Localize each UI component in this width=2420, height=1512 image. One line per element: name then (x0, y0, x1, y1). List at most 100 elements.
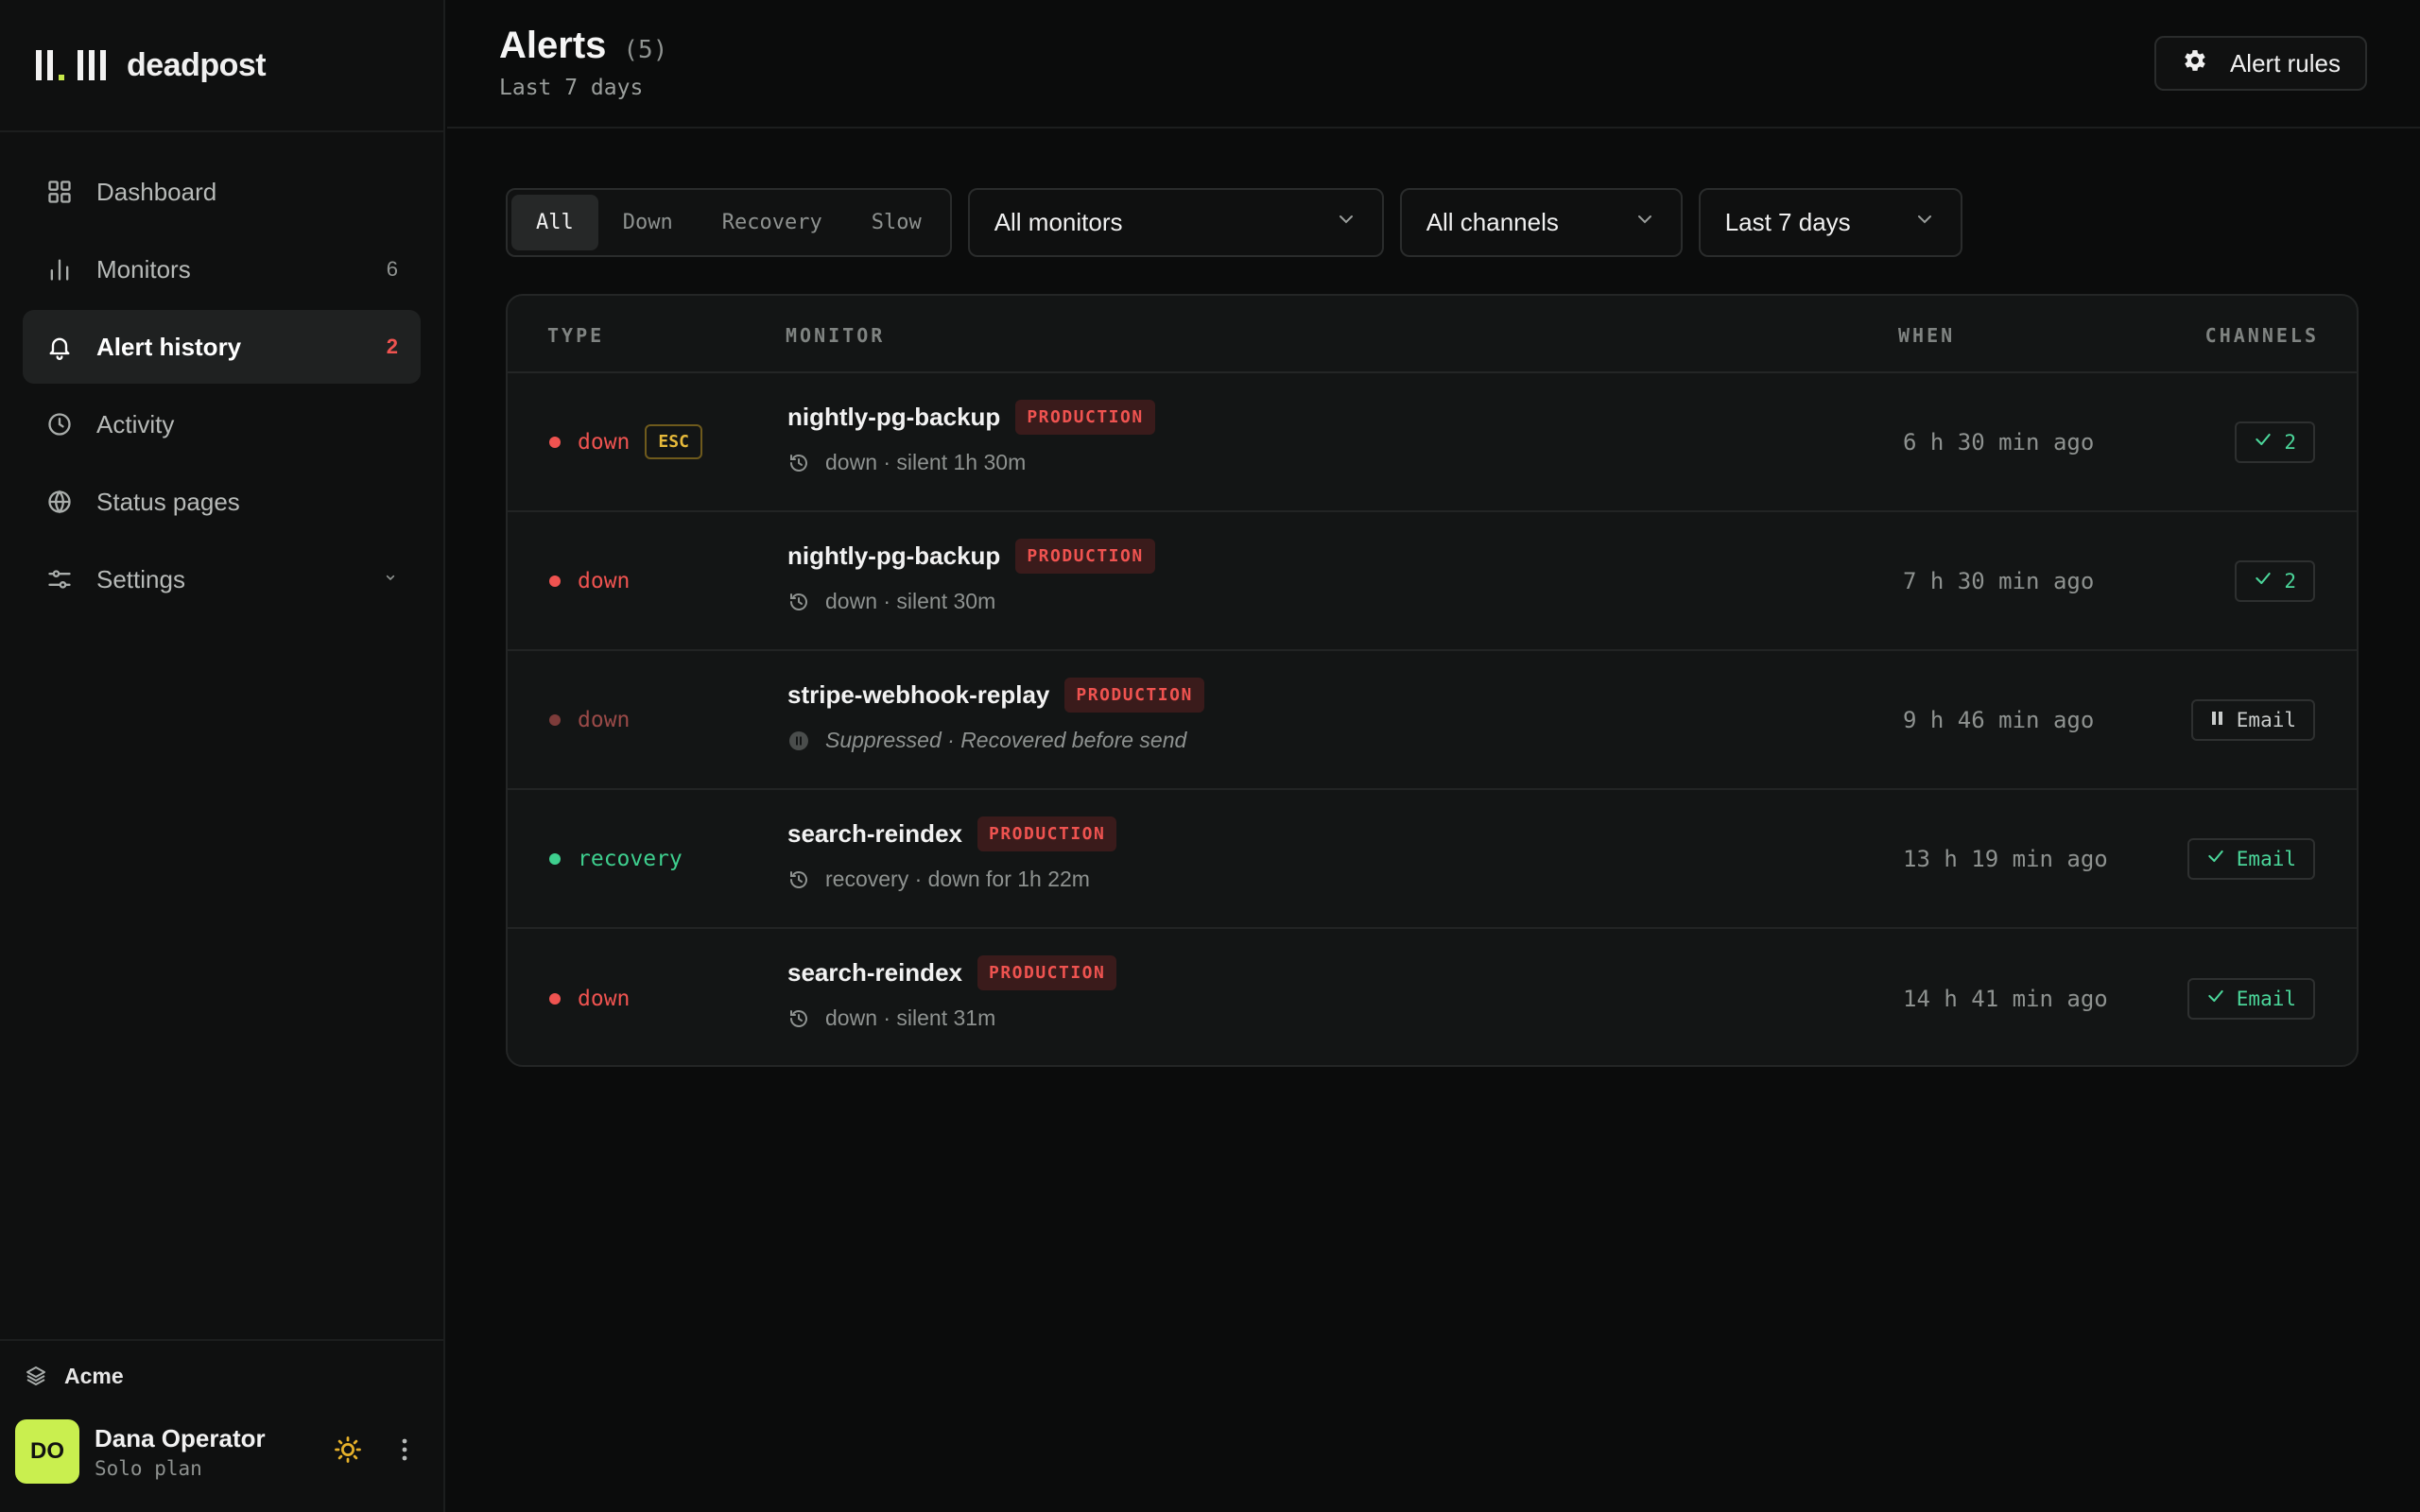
alert-time: 14 h 41 min ago (1903, 985, 2108, 1012)
table-row[interactable]: down stripe-webhook-replay PRODUCTION Su… (508, 651, 2357, 790)
channel-badge[interactable]: 2 (2235, 421, 2315, 463)
table-row[interactable]: down ESC nightly-pg-backup PRODUCTION do… (508, 373, 2357, 512)
chevron-down-icon (383, 570, 398, 590)
range-select[interactable]: Last 7 days (1698, 188, 1962, 257)
monitor-cell: nightly-pg-backup PRODUCTION down · sile… (787, 400, 1155, 475)
channel-label: Email (2236, 847, 2296, 870)
globe-icon (45, 488, 74, 516)
bell-icon (45, 333, 74, 361)
nav-item-status-pages[interactable]: Status pages (23, 465, 421, 539)
status-dot (549, 713, 561, 726)
org-switcher[interactable]: Acme (0, 1341, 443, 1411)
nav-item-alert-history[interactable]: Alert history 2 (23, 310, 421, 384)
nav-label: Status pages (96, 487, 240, 516)
type-label: down (578, 568, 631, 593)
clock-icon (45, 410, 74, 438)
table-header: TYPE MONITOR WHEN CHANNELS (508, 296, 2357, 373)
alert-time: 6 h 30 min ago (1903, 428, 2095, 455)
page-header: Alerts (5) Last 7 days Alert rules (447, 0, 2420, 129)
table-row[interactable]: down nightly-pg-backup PRODUCTION down ·… (508, 512, 2357, 651)
monitor-name[interactable]: search-reindex (787, 958, 962, 988)
channel-badge[interactable]: Email (2187, 977, 2315, 1020)
filter-down[interactable]: Down (598, 195, 698, 250)
monitor-name[interactable]: nightly-pg-backup (787, 541, 1000, 571)
pause-circle-icon (787, 730, 810, 752)
main-content: Alerts (5) Last 7 days Alert rules All D… (447, 0, 2420, 1512)
channel-badge[interactable]: 2 (2235, 559, 2315, 602)
alert-detail: down · silent 31m (787, 1005, 1116, 1031)
chevron-down-icon (1634, 208, 1656, 237)
history-icon (787, 452, 810, 474)
alert-detail: recovery · down for 1h 22m (787, 867, 1116, 892)
status-dot (549, 852, 561, 865)
alert-rules-button[interactable]: Alert rules (2153, 36, 2367, 91)
alert-time: 9 h 46 min ago (1903, 706, 2095, 733)
channel-badge[interactable]: Email (2187, 837, 2315, 880)
column-channels: CHANNELS (2204, 324, 2319, 347)
nav-item-monitors[interactable]: Monitors 6 (23, 232, 421, 306)
pause-icon (2210, 709, 2225, 731)
nav-label: Dashboard (96, 177, 217, 206)
brand-name: deadpost (127, 46, 267, 83)
status-dot (549, 436, 561, 448)
nav-item-dashboard[interactable]: Dashboard (23, 155, 421, 229)
monitor-name[interactable]: stripe-webhook-replay (787, 680, 1049, 710)
alert-type: down (549, 512, 630, 649)
nav-label: Settings (96, 564, 185, 593)
channel-select[interactable]: All channels (1399, 188, 1683, 257)
avatar[interactable]: DO (15, 1419, 79, 1484)
history-icon (787, 591, 810, 613)
detail-text: down · silent 31m (825, 1005, 996, 1030)
layers-icon (25, 1365, 47, 1387)
nav-item-settings[interactable]: Settings (23, 542, 421, 616)
more-vertical-icon[interactable] (400, 1437, 409, 1467)
check-icon (2206, 847, 2225, 870)
channel-label: 2 (2284, 430, 2296, 454)
sidebar-footer: Acme DO Dana Operator Solo plan (0, 1339, 443, 1512)
nav-label: Activity (96, 409, 175, 438)
gear-icon (2181, 46, 2209, 81)
chevron-down-icon (1335, 208, 1357, 237)
sliders-icon (45, 565, 74, 593)
filter-slow[interactable]: Slow (847, 195, 946, 250)
detail-text: down · silent 1h 30m (825, 450, 1027, 474)
table-row[interactable]: down search-reindex PRODUCTION down · si… (508, 929, 2357, 1065)
page-subtitle: Last 7 days (499, 76, 644, 100)
filter-recovery[interactable]: Recovery (698, 195, 847, 250)
main-nav: Dashboard Monitors 6 Alert history 2 Act… (0, 132, 443, 616)
table-row[interactable]: recovery search-reindex PRODUCTION recov… (508, 790, 2357, 929)
monitor-cell: search-reindex PRODUCTION down · silent … (787, 955, 1117, 1031)
sun-icon[interactable] (334, 1435, 362, 1469)
env-badge: PRODUCTION (977, 816, 1117, 851)
detail-text: Suppressed · Recovered before send (825, 728, 1187, 752)
sidebar: deadpost Dashboard Monitors 6 Alert hist… (0, 0, 445, 1512)
column-type: TYPE (547, 324, 605, 347)
grid-icon (45, 178, 74, 206)
org-name: Acme (64, 1363, 124, 1388)
monitor-name[interactable]: search-reindex (787, 819, 962, 849)
alert-detail: down · silent 30m (787, 589, 1155, 614)
nav-count: 2 (386, 335, 398, 358)
nav-item-activity[interactable]: Activity (23, 387, 421, 461)
env-badge: PRODUCTION (1015, 400, 1155, 435)
user-plan: Solo plan (95, 1456, 202, 1480)
channel-select-value: All channels (1426, 208, 1559, 236)
channel-label: Email (2236, 708, 2296, 731)
filter-all[interactable]: All (511, 195, 598, 250)
channel-badge[interactable]: Email (2190, 698, 2315, 741)
user-menu: DO Dana Operator Solo plan (0, 1411, 443, 1492)
user-actions (334, 1435, 409, 1469)
status-dot (549, 575, 561, 587)
check-icon (2254, 430, 2273, 454)
bar-chart-icon (45, 255, 74, 284)
monitor-select[interactable]: All monitors (967, 188, 1384, 257)
chevron-down-icon (1913, 208, 1936, 237)
alert-time: 13 h 19 min ago (1903, 845, 2108, 872)
monitor-name[interactable]: nightly-pg-backup (787, 403, 1000, 432)
detail-text: recovery · down for 1h 22m (825, 867, 1090, 891)
nav-label: Monitors (96, 254, 191, 284)
history-icon (787, 868, 810, 891)
channel-label: 2 (2284, 569, 2296, 593)
brand[interactable]: deadpost (0, 0, 443, 132)
nav-count: 6 (386, 257, 398, 281)
